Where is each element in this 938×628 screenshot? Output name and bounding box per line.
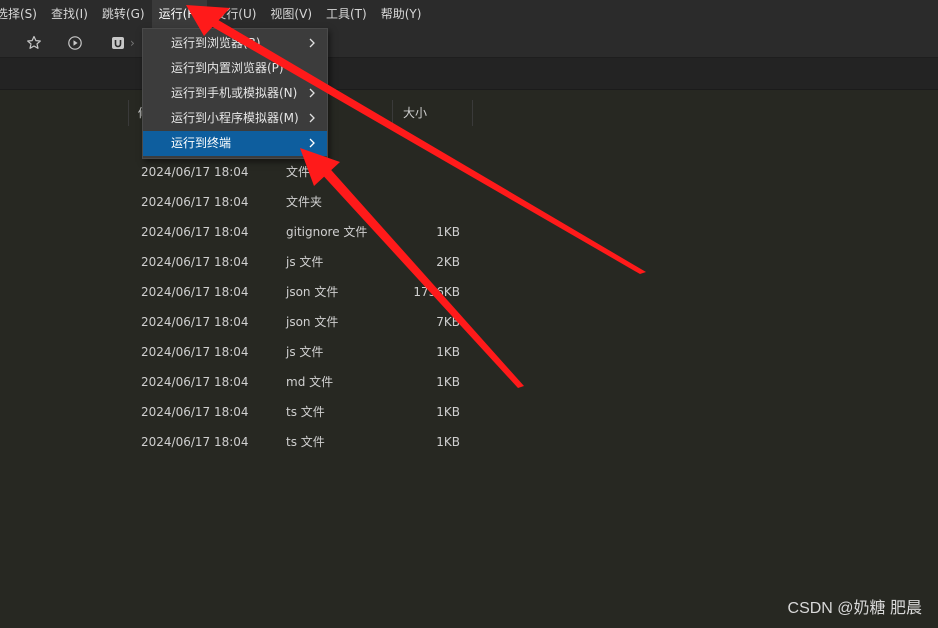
- row-date: 2024/06/17 18:04: [141, 375, 249, 389]
- run-menu-dropdown: 运行到浏览器(B) 运行到内置浏览器(P) 运行到手机或模拟器(N) 运行到小程…: [142, 28, 328, 159]
- play-circle-icon[interactable]: [66, 34, 84, 52]
- row-size: [360, 157, 460, 187]
- row-date: 2024/06/17 18:04: [141, 405, 249, 419]
- app-icon[interactable]: [109, 34, 127, 52]
- row-date: 2024/06/17 18:04: [141, 345, 249, 359]
- row-type: gitignore 文件: [286, 225, 368, 239]
- table-row[interactable]: 2024/06/17 18:04 js 文件 1KB: [0, 337, 938, 367]
- table-row[interactable]: 2024/06/17 18:04 ts 文件 1KB: [0, 427, 938, 457]
- column-divider: [392, 100, 393, 126]
- app-window: 选择(S) 查找(I) 跳转(G) 运行(R) 发行(U) 视图(V) 工具(T…: [0, 0, 938, 628]
- run-to-miniprogram-item[interactable]: 运行到小程序模拟器(M): [143, 106, 327, 131]
- run-to-terminal-item[interactable]: 运行到终端: [143, 131, 327, 156]
- table-row[interactable]: 2024/06/17 18:04 json 文件 1736KB: [0, 277, 938, 307]
- row-size: 1KB: [436, 375, 460, 389]
- menu-find[interactable]: 查找(I): [44, 0, 95, 28]
- row-type: ts 文件: [286, 405, 325, 419]
- menu-item-label: 运行到手机或模拟器(N): [171, 86, 298, 100]
- menu-goto[interactable]: 跳转(G): [95, 0, 152, 28]
- table-row[interactable]: 2024/06/17 18:04 md 文件 1KB: [0, 367, 938, 397]
- row-size: 1736KB: [413, 285, 460, 299]
- row-date: 2024/06/17 18:04: [141, 195, 249, 209]
- row-type: 文件夹: [286, 165, 323, 179]
- menu-select[interactable]: 选择(S): [0, 0, 44, 28]
- menu-item-label: 运行到小程序模拟器(M): [171, 111, 299, 125]
- row-date: 2024/06/17 18:04: [141, 255, 249, 269]
- menu-item-label: 运行到终端: [171, 136, 232, 150]
- tab-strip: [0, 58, 938, 90]
- run-to-builtin-browser-item[interactable]: 运行到内置浏览器(P): [143, 56, 327, 81]
- menu-bar: 选择(S) 查找(I) 跳转(G) 运行(R) 发行(U) 视图(V) 工具(T…: [0, 0, 938, 28]
- row-size: 1KB: [436, 405, 460, 419]
- table-row[interactable]: 2024/06/17 18:04 ts 文件 1KB: [0, 397, 938, 427]
- run-to-phone-emulator-item[interactable]: 运行到手机或模拟器(N): [143, 81, 327, 106]
- table-row[interactable]: 2024/06/17 18:04 文件夹: [0, 157, 938, 187]
- table-row[interactable]: 2024/06/17 18:04 文件夹: [0, 187, 938, 217]
- row-size: [360, 187, 460, 217]
- menu-tools[interactable]: 工具(T): [319, 0, 374, 28]
- column-divider: [128, 100, 129, 126]
- column-divider: [472, 100, 473, 126]
- row-date: 2024/06/17 18:04: [141, 315, 249, 329]
- table-row[interactable]: 2024/06/17 18:04 gitignore 文件 1KB: [0, 217, 938, 247]
- row-type: md 文件: [286, 375, 334, 389]
- star-icon[interactable]: [25, 34, 43, 52]
- chevron-right-icon: [309, 113, 315, 123]
- row-date: 2024/06/17 18:04: [141, 285, 249, 299]
- chevron-right-icon: [309, 138, 315, 148]
- menu-help[interactable]: 帮助(Y): [374, 0, 429, 28]
- row-date: 2024/06/17 18:04: [141, 435, 249, 449]
- menu-run[interactable]: 运行(R): [151, 0, 208, 28]
- menu-item-label: 运行到浏览器(B): [171, 36, 261, 50]
- chevron-right-icon: ›: [130, 36, 135, 50]
- row-type: js 文件: [286, 255, 324, 269]
- row-size: 1KB: [436, 345, 460, 359]
- chevron-right-icon: [309, 88, 315, 98]
- table-row[interactable]: 2024/06/17 18:04 json 文件 7KB: [0, 307, 938, 337]
- header-size[interactable]: 大小: [403, 98, 427, 128]
- menu-publish[interactable]: 发行(U): [207, 0, 263, 28]
- chevron-right-icon: [309, 38, 315, 48]
- run-to-browser-item[interactable]: 运行到浏览器(B): [143, 31, 327, 56]
- row-type: 文件夹: [286, 195, 323, 209]
- row-type: ts 文件: [286, 435, 325, 449]
- row-size: 1KB: [436, 225, 460, 239]
- table-row[interactable]: 2024/06/17 18:04 js 文件 2KB: [0, 247, 938, 277]
- menu-item-label: 运行到内置浏览器(P): [171, 61, 284, 75]
- row-type: json 文件: [286, 315, 339, 329]
- row-size: 1KB: [436, 435, 460, 449]
- row-size: 2KB: [436, 255, 460, 269]
- row-size: 7KB: [436, 315, 460, 329]
- toolbar: ›: [0, 28, 938, 58]
- row-date: 2024/06/17 18:04: [141, 165, 249, 179]
- watermark: CSDN @奶糖 肥晨: [787, 600, 922, 617]
- row-type: json 文件: [286, 285, 339, 299]
- menu-view[interactable]: 视图(V): [263, 0, 319, 28]
- row-type: js 文件: [286, 345, 324, 359]
- row-date: 2024/06/17 18:04: [141, 225, 249, 239]
